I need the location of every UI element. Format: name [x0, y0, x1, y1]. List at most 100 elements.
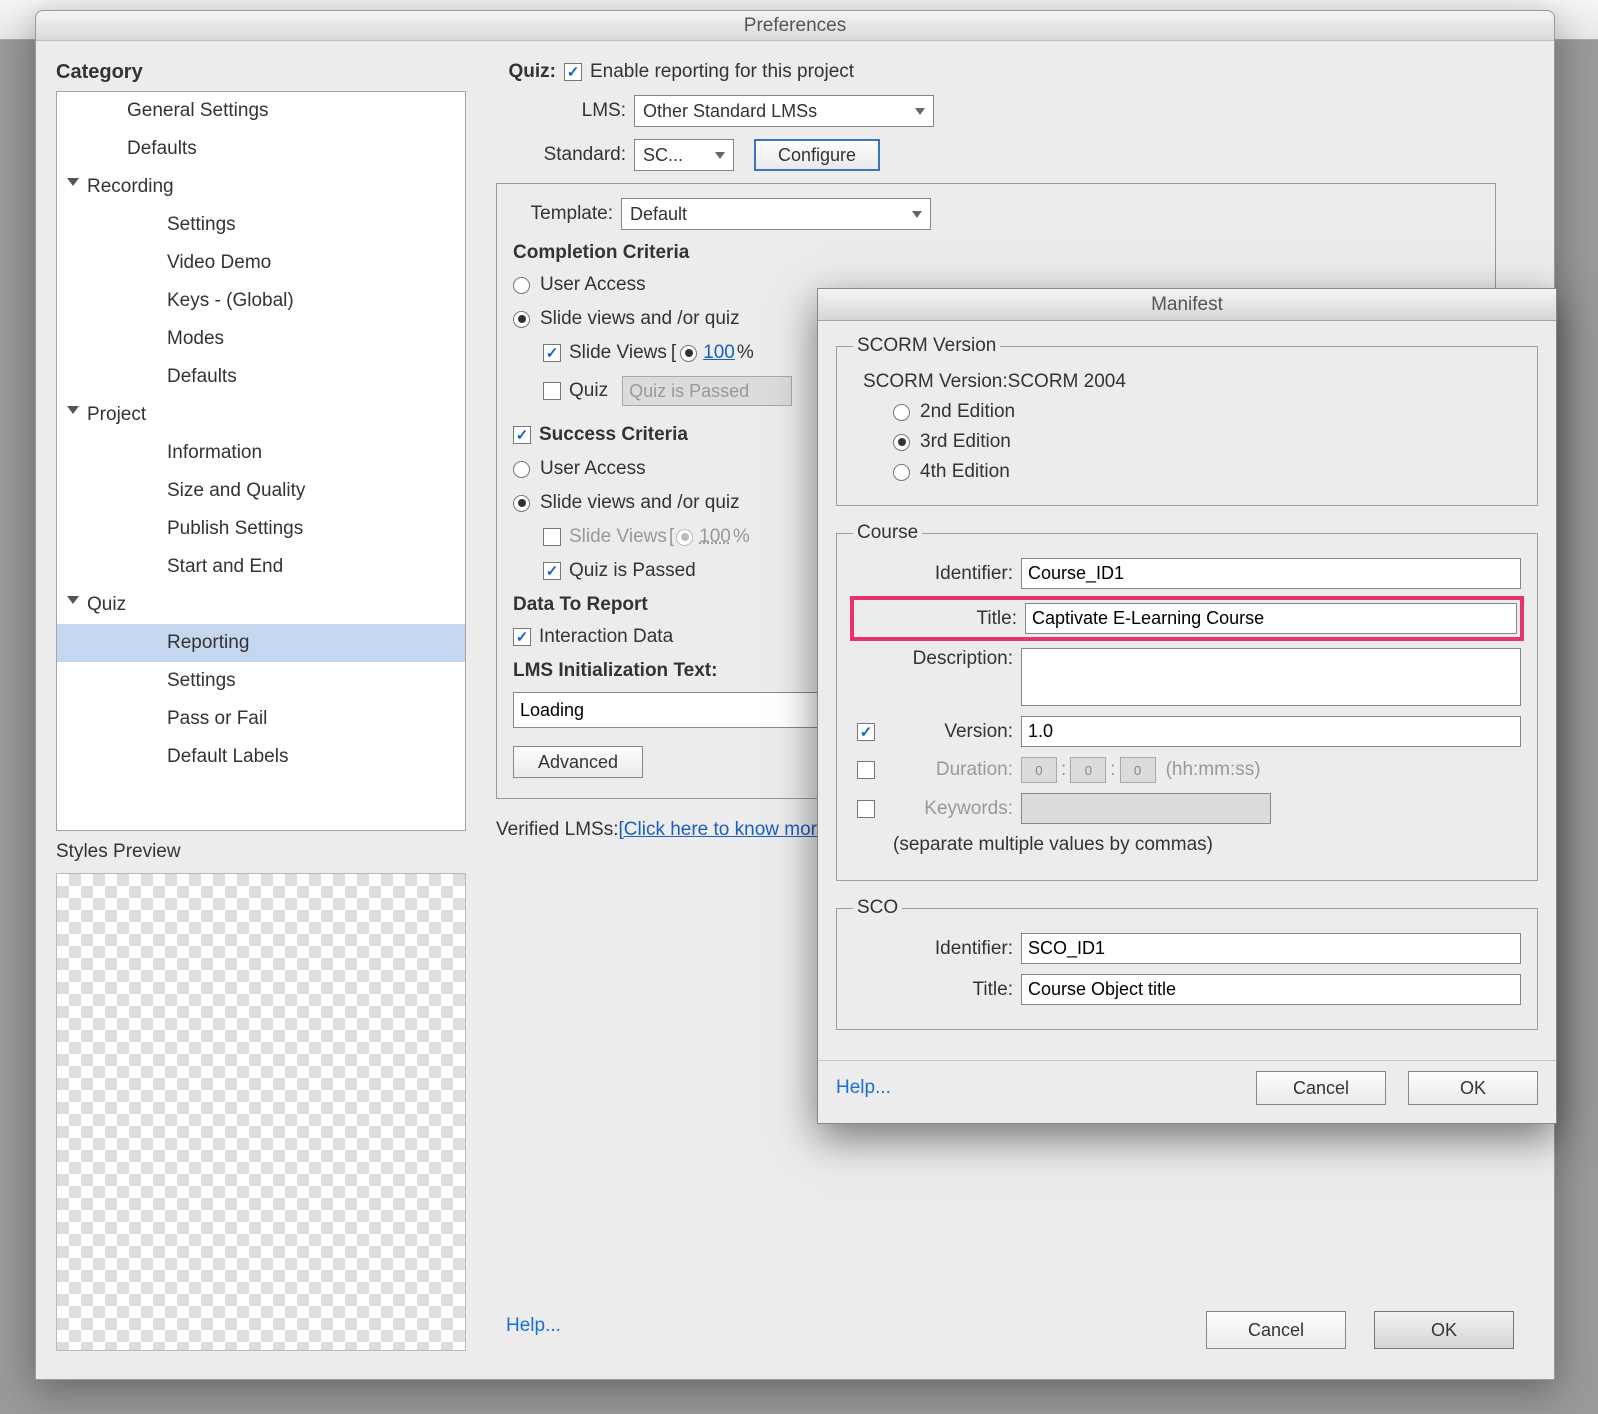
tree-recording-modes[interactable]: Modes — [57, 320, 465, 358]
tree-recording-settings[interactable]: Settings — [57, 206, 465, 244]
manifest-ok-label: OK — [1460, 1078, 1486, 1099]
duration-hh — [1021, 757, 1057, 783]
success-slidequiz-radio[interactable] — [513, 495, 530, 512]
completion-criteria-heading: Completion Criteria — [513, 242, 1479, 264]
course-keywords-checkbox[interactable] — [857, 800, 875, 818]
quiz-label: Quiz: — [496, 61, 556, 83]
sco-group: SCO Identifier: Title: — [836, 897, 1538, 1030]
duration-format-label: (hh:mm:ss) — [1166, 759, 1261, 781]
template-label: Template: — [513, 203, 613, 225]
tree-recording-video-demo[interactable]: Video Demo — [57, 244, 465, 282]
completion-slidequiz-radio[interactable] — [513, 311, 530, 328]
lms-init-input[interactable] — [513, 692, 833, 728]
course-title-label: Title: — [857, 608, 1017, 630]
course-title-input[interactable] — [1025, 603, 1517, 634]
course-keywords-hint: (separate multiple values by commas) — [893, 834, 1213, 856]
completion-quiz-label: Quiz — [569, 380, 608, 402]
standard-label: Standard: — [496, 144, 626, 166]
tree-recording-keys[interactable]: Keys - (Global) — [57, 282, 465, 320]
tree-recording[interactable]: Recording — [57, 168, 465, 206]
triangle-down-icon — [67, 596, 79, 604]
triangle-down-icon — [67, 178, 79, 186]
lms-select[interactable]: Other Standard LMSs — [634, 95, 934, 127]
success-quiz-passed-label: Quiz is Passed — [569, 560, 696, 582]
tree-recording-label: Recording — [87, 176, 174, 197]
edition-3-radio[interactable] — [893, 434, 910, 451]
manifest-cancel-button[interactable]: Cancel — [1256, 1071, 1386, 1105]
triangle-down-icon — [67, 406, 79, 414]
course-legend: Course — [853, 522, 922, 544]
completion-user-access-radio[interactable] — [513, 277, 530, 294]
verified-lms-label: Verified LMSs: — [496, 819, 619, 841]
success-quiz-passed-checkbox[interactable] — [543, 562, 561, 580]
template-select[interactable]: Default — [621, 198, 931, 230]
edition-2-label: 2nd Edition — [920, 401, 1015, 423]
verified-lms-link-label: [Click here to know more] — [619, 819, 833, 840]
course-version-checkbox[interactable] — [857, 723, 875, 741]
tree-recording-defaults[interactable]: Defaults — [57, 358, 465, 396]
sco-identifier-input[interactable] — [1021, 933, 1521, 964]
success-user-access-radio[interactable] — [513, 461, 530, 478]
course-version-input[interactable] — [1021, 716, 1521, 747]
standard-select[interactable]: SC... — [634, 139, 734, 171]
success-slidequiz-label: Slide views and /or quiz — [540, 492, 740, 514]
tree-general-settings[interactable]: General Settings — [57, 92, 465, 130]
sco-title-input[interactable] — [1021, 974, 1521, 1005]
tree-quiz-passfail[interactable]: Pass or Fail — [57, 700, 465, 738]
lms-label: LMS: — [496, 100, 626, 122]
course-title-highlight: Title: — [850, 596, 1524, 641]
prefs-cancel-button[interactable]: Cancel — [1206, 1311, 1346, 1349]
completion-slideviews-pct-unit: % — [737, 342, 754, 364]
prefs-help-link[interactable]: Help... — [506, 1315, 561, 1337]
verified-lms-link[interactable]: [Click here to know more] — [619, 819, 833, 841]
edition-4-radio[interactable] — [893, 464, 910, 481]
styles-preview — [56, 873, 466, 1351]
template-select-value: Default — [630, 204, 687, 225]
course-duration-checkbox[interactable] — [857, 761, 875, 779]
preferences-title: Preferences — [36, 11, 1554, 41]
tree-project-publish[interactable]: Publish Settings — [57, 510, 465, 548]
tree-project-size[interactable]: Size and Quality — [57, 472, 465, 510]
completion-slideviews-checkbox[interactable] — [543, 344, 561, 362]
completion-quiz-checkbox[interactable] — [543, 382, 561, 400]
success-slideviews-checkbox[interactable] — [543, 528, 561, 546]
styles-preview-label: Styles Preview — [56, 841, 181, 863]
success-slideviews-pct-radio — [676, 529, 693, 546]
sco-identifier-label: Identifier: — [853, 938, 1013, 960]
manifest-ok-button[interactable]: OK — [1408, 1071, 1538, 1105]
prefs-ok-button[interactable]: OK — [1374, 1311, 1514, 1349]
tree-quiz-settings[interactable]: Settings — [57, 662, 465, 700]
lms-select-value: Other Standard LMSs — [643, 101, 817, 122]
course-description-input[interactable] — [1021, 648, 1521, 706]
course-identifier-label: Identifier: — [853, 563, 1013, 585]
scorm-version-group: SCORM Version SCORM Version: SCORM 2004 … — [836, 335, 1538, 506]
tree-project-information[interactable]: Information — [57, 434, 465, 472]
advanced-button[interactable]: Advanced — [513, 746, 643, 778]
manifest-window: Manifest SCORM Version SCORM Version: SC… — [817, 288, 1557, 1124]
success-slideviews-pct-unit: % — [733, 526, 750, 548]
prefs-ok-label: OK — [1431, 1320, 1457, 1341]
category-label: Category — [56, 61, 143, 84]
course-identifier-input[interactable] — [1021, 558, 1521, 589]
tree-quiz-reporting[interactable]: Reporting — [57, 624, 465, 662]
completion-slideviews-pct-radio[interactable] — [680, 345, 697, 362]
tree-quiz[interactable]: Quiz — [57, 586, 465, 624]
interaction-data-checkbox[interactable] — [513, 628, 531, 646]
completion-slideviews-pct-value[interactable]: 100 — [703, 342, 735, 364]
success-user-access-label: User Access — [540, 458, 646, 480]
edition-2-radio[interactable] — [893, 404, 910, 421]
sco-legend: SCO — [853, 897, 902, 919]
configure-button[interactable]: Configure — [754, 139, 880, 171]
success-criteria-checkbox[interactable] — [513, 426, 531, 444]
manifest-help-link[interactable]: Help... — [836, 1077, 891, 1099]
duration-ss — [1120, 757, 1156, 783]
completion-slidequiz-label: Slide views and /or quiz — [540, 308, 740, 330]
success-criteria-heading: Success Criteria — [539, 424, 688, 446]
tree-project[interactable]: Project — [57, 396, 465, 434]
tree-project-label: Project — [87, 404, 146, 425]
enable-reporting-checkbox[interactable] — [564, 63, 582, 81]
tree-project-startend[interactable]: Start and End — [57, 548, 465, 586]
sco-title-label: Title: — [853, 979, 1013, 1001]
tree-defaults[interactable]: Defaults — [57, 130, 465, 168]
tree-quiz-labels[interactable]: Default Labels — [57, 738, 465, 776]
